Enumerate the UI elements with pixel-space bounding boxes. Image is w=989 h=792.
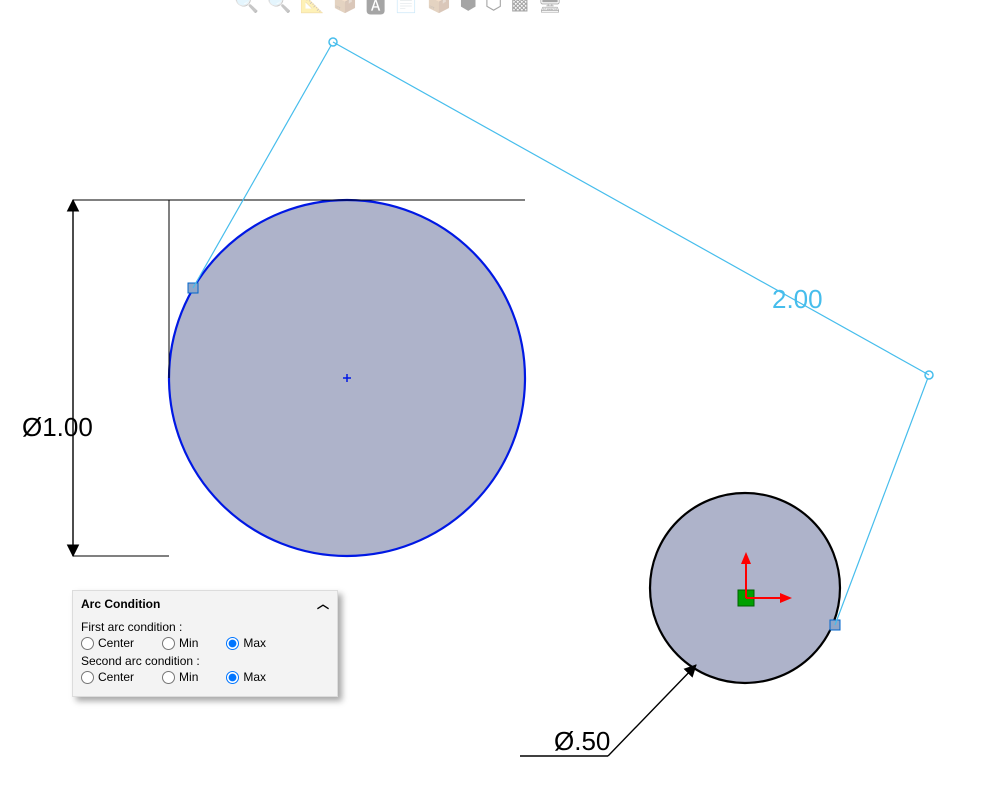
radio-second-max[interactable] — [226, 671, 239, 684]
chevron-up-icon[interactable]: ︿ — [317, 595, 329, 612]
dim-text-distance: 2.00 — [772, 284, 823, 314]
dimension-dia-small[interactable]: Ø.50 — [520, 665, 696, 756]
radio-first-center[interactable] — [81, 637, 94, 650]
second-arc-row: Center Min Max — [81, 670, 329, 684]
radio-first-max[interactable] — [226, 637, 239, 650]
first-arc-min[interactable]: Min — [162, 636, 198, 650]
second-arc-center[interactable]: Center — [81, 670, 134, 684]
first-arc-max[interactable]: Max — [226, 636, 266, 650]
dim-text-dia-large: Ø1.00 — [22, 412, 93, 442]
sketch-canvas[interactable]: 🔍 🔍 📐 📦 🅰 📄 📦 ⬢ ⬡ ▩ 🖥 — [0, 0, 989, 792]
radio-first-min[interactable] — [162, 637, 175, 650]
dim-text-dia-small: Ø.50 — [554, 726, 610, 756]
radio-second-min[interactable] — [162, 671, 175, 684]
second-arc-max[interactable]: Max — [226, 670, 266, 684]
first-arc-row: Center Min Max — [81, 636, 329, 650]
radio-second-center[interactable] — [81, 671, 94, 684]
first-arc-center[interactable]: Center — [81, 636, 134, 650]
panel-title: Arc Condition — [81, 597, 160, 611]
panel-header[interactable]: Arc Condition ︿ — [73, 591, 337, 616]
arc-condition-panel[interactable]: Arc Condition ︿ First arc condition : Ce… — [72, 590, 338, 697]
first-arc-label: First arc condition : — [81, 620, 329, 634]
second-arc-label: Second arc condition : — [81, 654, 329, 668]
second-arc-min[interactable]: Min — [162, 670, 198, 684]
